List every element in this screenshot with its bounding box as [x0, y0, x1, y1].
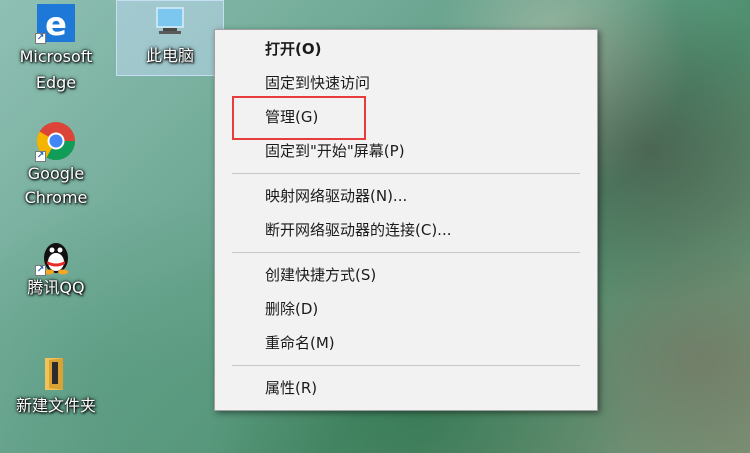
- menu-item-pin-quick-access[interactable]: 固定到快速访问: [215, 66, 597, 100]
- shortcut-arrow-icon: ↗: [35, 265, 46, 276]
- menu-item-properties[interactable]: 属性(R): [215, 371, 597, 405]
- menu-separator: [232, 365, 580, 366]
- shortcut-arrow-icon: ↗: [35, 33, 46, 44]
- context-menu: 打开(O) 固定到快速访问 管理(G) 固定到"开始"屏幕(P) 映射网络驱动器…: [214, 29, 598, 411]
- desktop-icon-label: Microsoft Edge: [19, 47, 93, 92]
- this-pc-icon: [149, 2, 191, 44]
- desktop-icon-this-pc[interactable]: 此电脑: [120, 2, 220, 68]
- menu-item-open[interactable]: 打开(O): [215, 32, 597, 66]
- desktop-icon-label: 此电脑: [145, 46, 194, 65]
- menu-separator: [232, 173, 580, 174]
- shortcut-arrow-icon: ↗: [35, 151, 46, 162]
- desktop-icon-label: Google Chrome: [24, 164, 88, 207]
- qq-icon: ↗: [35, 234, 77, 276]
- desktop-icon-qq[interactable]: ↗ 腾讯QQ: [6, 234, 106, 300]
- menu-separator: [232, 252, 580, 253]
- desktop-icon-new-folder[interactable]: 新建文件夹: [6, 352, 106, 418]
- menu-item-create-shortcut[interactable]: 创建快捷方式(S): [215, 258, 597, 292]
- highlight-annotation-box: [232, 96, 366, 140]
- menu-item-rename[interactable]: 重命名(M): [215, 326, 597, 360]
- menu-item-map-network-drive[interactable]: 映射网络驱动器(N)...: [215, 179, 597, 213]
- desktop-icon-label: 新建文件夹: [15, 396, 96, 415]
- edge-icon: e ↗: [35, 2, 77, 44]
- menu-item-delete[interactable]: 删除(D): [215, 292, 597, 326]
- desktop-icon-chrome[interactable]: ↗ Google Chrome: [6, 120, 106, 210]
- desktop-icon-label: 腾讯QQ: [27, 278, 85, 297]
- svg-text:e: e: [45, 5, 67, 43]
- desktop-icon-edge[interactable]: e ↗ Microsoft Edge: [6, 2, 106, 96]
- folder-icon: [35, 352, 77, 394]
- chrome-icon: ↗: [35, 120, 77, 162]
- menu-item-disconnect-network-drive[interactable]: 断开网络驱动器的连接(C)...: [215, 213, 597, 247]
